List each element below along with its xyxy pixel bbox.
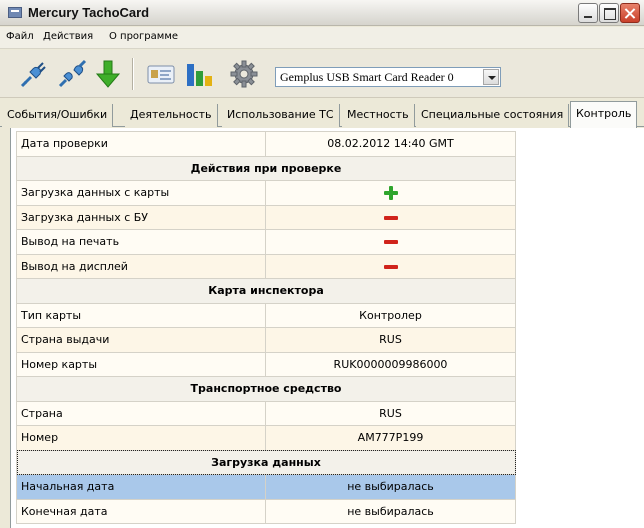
action-status-cell bbox=[265, 204, 516, 230]
minus-icon bbox=[383, 264, 398, 269]
connect-button[interactable] bbox=[18, 58, 50, 90]
table-row[interactable]: Страна RUS bbox=[16, 400, 516, 426]
disconnect-icon bbox=[58, 59, 87, 88]
settings-button[interactable] bbox=[228, 58, 260, 90]
minus-icon bbox=[383, 215, 398, 220]
vehicle-field-value: AM777P199 bbox=[265, 425, 516, 451]
action-status-cell bbox=[265, 253, 516, 279]
download-icon bbox=[95, 60, 121, 88]
tab-activity[interactable]: Деятельность bbox=[125, 104, 218, 127]
card-field-label: Номер карты bbox=[16, 351, 266, 377]
table-row[interactable]: Загрузка данных с БУ bbox=[16, 204, 516, 230]
tab-bar: События/Ошибки Деятельность Использовани… bbox=[0, 101, 644, 128]
vehicle-field-value: RUS bbox=[265, 400, 516, 426]
tab-events-errors[interactable]: События/Ошибки bbox=[2, 104, 114, 127]
tab-control[interactable]: Контроль bbox=[570, 101, 638, 128]
minimize-button[interactable] bbox=[578, 3, 598, 23]
table-row[interactable]: Номер AM777P199 bbox=[16, 425, 516, 451]
control-panel: Дата проверки 08.02.2012 14:40 GMT Дейст… bbox=[10, 128, 644, 528]
section-card-title: Карта инспектора bbox=[16, 278, 516, 304]
minus-icon bbox=[383, 240, 398, 245]
card-button[interactable] bbox=[145, 58, 177, 90]
chart-button[interactable] bbox=[183, 58, 215, 90]
card-field-value: RUS bbox=[265, 327, 516, 353]
card-field-label: Тип карты bbox=[16, 302, 266, 328]
action-status-cell bbox=[265, 180, 516, 206]
action-status-cell bbox=[265, 229, 516, 255]
app-icon bbox=[8, 7, 22, 18]
title-bar[interactable]: Mercury TachoCard bbox=[0, 0, 644, 26]
table-row[interactable]: Загрузка данных с карты bbox=[16, 180, 516, 206]
download-field-label: Конечная дата bbox=[16, 498, 266, 524]
close-button[interactable] bbox=[620, 3, 640, 23]
table-row[interactable]: Тип карты Контролер bbox=[16, 302, 516, 328]
control-table: Дата проверки 08.02.2012 14:40 GMT Дейст… bbox=[16, 131, 516, 524]
action-label: Загрузка данных с карты bbox=[16, 180, 266, 206]
section-header[interactable]: Действия при проверке bbox=[16, 155, 516, 181]
toolbar: Gemplus USB Smart Card Reader 0 bbox=[0, 50, 644, 98]
toolbar-separator bbox=[132, 58, 133, 90]
disconnect-button[interactable] bbox=[56, 58, 88, 90]
tab-vehicle-usage[interactable]: Использование ТС bbox=[222, 104, 340, 127]
section-header[interactable]: Транспортное средство bbox=[16, 376, 516, 402]
card-field-label: Страна выдачи bbox=[16, 327, 266, 353]
chevron-down-icon[interactable] bbox=[483, 69, 499, 85]
section-actions-title: Действия при проверке bbox=[16, 155, 516, 181]
card-reader-value: Gemplus USB Smart Card Reader 0 bbox=[280, 70, 454, 84]
connect-icon bbox=[20, 62, 46, 88]
plus-icon bbox=[383, 185, 398, 200]
card-icon bbox=[147, 65, 175, 84]
download-button[interactable] bbox=[92, 58, 124, 90]
menu-file[interactable]: Файл bbox=[6, 31, 34, 42]
section-vehicle-title: Транспортное средство bbox=[16, 376, 516, 402]
settings-icon bbox=[230, 60, 258, 88]
menu-about[interactable]: О программе bbox=[109, 31, 178, 42]
window-title: Mercury TachoCard bbox=[28, 5, 150, 20]
menu-bar: Файл Действия О программе bbox=[0, 27, 644, 49]
table-row[interactable]: Страна выдачи RUS bbox=[16, 327, 516, 353]
download-field-label: Начальная дата bbox=[16, 474, 266, 500]
vehicle-field-label: Номер bbox=[16, 425, 266, 451]
table-row[interactable]: Номер карты RUK0000009986000 bbox=[16, 351, 516, 377]
check-date-value: 08.02.2012 14:40 GMT bbox=[265, 131, 516, 157]
table-row-selected[interactable]: Начальная дата не выбиралась bbox=[16, 474, 516, 500]
action-label: Вывод на печать bbox=[16, 229, 266, 255]
vehicle-field-label: Страна bbox=[16, 400, 266, 426]
tab-special-states[interactable]: Специальные состояния bbox=[416, 104, 570, 127]
action-label: Вывод на дисплей bbox=[16, 253, 266, 279]
tab-locations[interactable]: Местность bbox=[342, 104, 415, 127]
download-field-value: не выбиралась bbox=[265, 474, 516, 500]
maximize-button[interactable] bbox=[599, 3, 619, 23]
card-reader-select[interactable]: Gemplus USB Smart Card Reader 0 bbox=[275, 67, 501, 87]
card-field-value: RUK0000009986000 bbox=[265, 351, 516, 377]
app-window: Mercury TachoCard Файл Действия О програ… bbox=[0, 0, 644, 528]
table-row[interactable]: Конечная дата не выбиралась bbox=[16, 498, 516, 524]
table-row[interactable]: Дата проверки 08.02.2012 14:40 GMT bbox=[16, 131, 516, 157]
section-download-title: Загрузка данных bbox=[16, 449, 516, 475]
menu-actions[interactable]: Действия bbox=[43, 31, 93, 42]
download-field-value: не выбиралась bbox=[265, 498, 516, 524]
chart-icon bbox=[187, 64, 212, 86]
card-field-value: Контролер bbox=[265, 302, 516, 328]
table-row[interactable]: Вывод на печать bbox=[16, 229, 516, 255]
check-date-label: Дата проверки bbox=[16, 131, 266, 157]
section-header[interactable]: Загрузка данных bbox=[16, 449, 516, 475]
section-header[interactable]: Карта инспектора bbox=[16, 278, 516, 304]
action-label: Загрузка данных с БУ bbox=[16, 204, 266, 230]
table-row[interactable]: Вывод на дисплей bbox=[16, 253, 516, 279]
